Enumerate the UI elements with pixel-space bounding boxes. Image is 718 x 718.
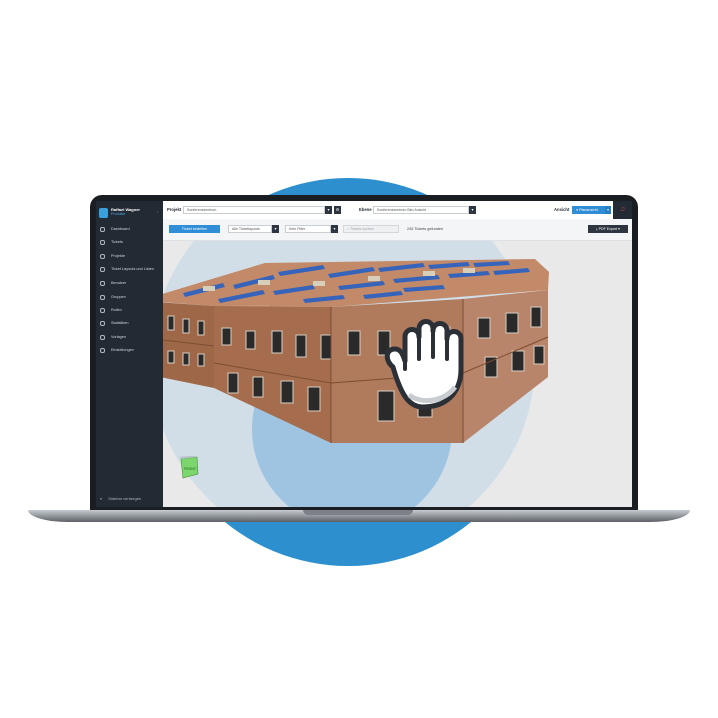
- sidebar-item-label: Rollen: [111, 308, 122, 312]
- ansicht-dropdown-button[interactable]: ▾: [605, 206, 611, 214]
- sidebar-item-ticket-layouts[interactable]: Ticket Layouts und Listen: [96, 264, 163, 275]
- grab-hand-icon: [384, 319, 464, 410]
- sidebar-item-vorlagen[interactable]: Vorlagen: [96, 332, 163, 343]
- sidebar-item-gruppen[interactable]: Gruppen: [96, 292, 163, 303]
- projects-icon: [100, 254, 105, 259]
- chevron-right-icon[interactable]: ›: [157, 209, 158, 214]
- ebene-dropdown-button[interactable]: ▾: [469, 206, 476, 214]
- ticket-count: 245 Tickets gefunden: [407, 227, 444, 231]
- tag-icon: [100, 240, 105, 245]
- group-icon: [100, 295, 105, 300]
- pdf-export-button[interactable]: ⤓ PDF Export ▾: [588, 225, 628, 233]
- sidebar-item-einstellungen[interactable]: Einstellungen: [96, 345, 163, 356]
- app-screen: Raffael Wagner Produkte › Dashboard Tick…: [96, 201, 632, 507]
- sidebar-item-label: Tickets: [111, 240, 123, 244]
- ansicht-value: Planansicht: [579, 208, 598, 212]
- layout-select[interactable]: Alle Ticketlayouts: [228, 225, 272, 233]
- sidebar-item-rollen[interactable]: Rollen: [96, 305, 163, 316]
- roles-icon: [100, 308, 105, 313]
- sidebar-item-label: Einstellungen: [111, 348, 134, 352]
- collapse-sidebar-button[interactable]: « Sidebar verbergen: [100, 496, 141, 501]
- cube-front-label: FRONT: [184, 467, 197, 471]
- dashboard-icon: [100, 227, 105, 232]
- gear-icon: ⚙: [335, 207, 340, 212]
- filter-dropdown-button[interactable]: ▾: [331, 225, 338, 233]
- ebene-label: Ebene: [359, 207, 372, 212]
- search-input[interactable]: ⌕ Tickets suchen: [343, 225, 399, 233]
- project-select[interactable]: Konferenzzentrum: [183, 206, 325, 214]
- ansicht-label: Ansicht: [554, 207, 570, 212]
- create-ticket-button[interactable]: Ticket erstellen: [169, 225, 220, 233]
- sidebar-item-benutzer[interactable]: Benutzer: [96, 278, 163, 289]
- pdf-label: PDF Export: [598, 227, 618, 231]
- ebene-select[interactable]: Konferenzzentrum Bim Ansicht: [373, 206, 469, 214]
- ticket-toolbar: Ticket erstellen Alle Ticketlayouts ▾ Ke…: [163, 219, 632, 241]
- sidebar-item-projekte[interactable]: Projekte: [96, 251, 163, 262]
- ansicht-select[interactable]: ● Planansicht: [572, 206, 605, 214]
- double-chevron-left-icon: «: [100, 496, 103, 501]
- navigation-cube[interactable]: FRONT: [178, 456, 200, 480]
- user-role: Produkte: [111, 212, 126, 216]
- bell-icon[interactable]: ♫: [613, 201, 632, 219]
- user-icon: [100, 281, 105, 286]
- sidebar-item-label: Gruppen: [111, 295, 126, 299]
- chart-icon: [100, 321, 105, 326]
- laptop-notch: [303, 510, 413, 515]
- sidebar-item-label: Dashboard: [111, 227, 130, 231]
- settings-icon: [100, 348, 105, 353]
- flag-icon: [100, 267, 105, 272]
- 3d-viewport[interactable]: FRONT: [163, 241, 632, 507]
- sidebar-item-statistiken[interactable]: Statistiken: [96, 318, 163, 329]
- sidebar-item-tickets[interactable]: Tickets: [96, 237, 163, 248]
- sidebar-item-label: Vorlagen: [111, 335, 126, 339]
- collapse-label: Sidebar verbergen: [108, 496, 142, 501]
- project-label: Projekt: [167, 207, 182, 212]
- top-bar: Projekt Konferenzzentrum ▾ ⚙ Ebene Konfe…: [163, 201, 632, 220]
- filter-select[interactable]: Kein Filter: [285, 225, 331, 233]
- logo-icon: [99, 208, 108, 218]
- search-placeholder: Tickets suchen: [349, 227, 374, 231]
- project-settings-button[interactable]: ⚙: [334, 206, 341, 214]
- project-dropdown-button[interactable]: ▾: [325, 206, 332, 214]
- sidebar-item-dashboard[interactable]: Dashboard: [96, 224, 163, 235]
- sidebar: Raffael Wagner Produkte › Dashboard Tick…: [96, 201, 163, 507]
- template-icon: [100, 335, 105, 340]
- sidebar-item-label: Ticket Layouts und Listen: [111, 267, 154, 271]
- sidebar-item-label: Statistiken: [111, 321, 129, 325]
- sidebar-item-label: Benutzer: [111, 281, 127, 285]
- layout-dropdown-button[interactable]: ▾: [272, 225, 279, 233]
- sidebar-item-label: Projekte: [111, 254, 125, 258]
